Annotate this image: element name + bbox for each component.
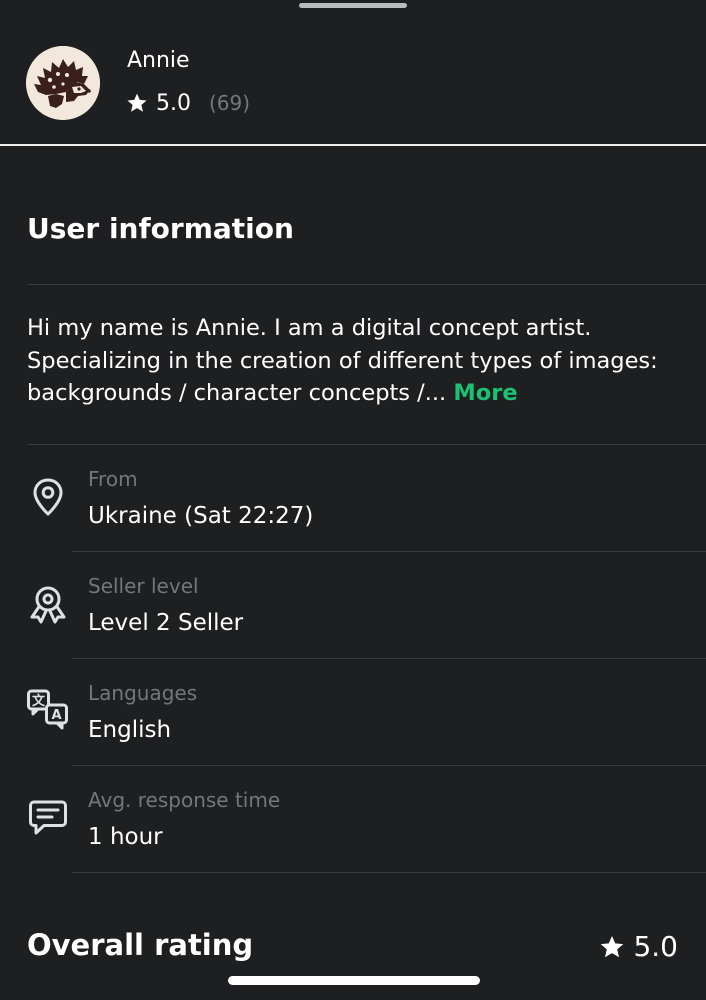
info-label: Seller level — [88, 574, 199, 598]
divider — [28, 284, 706, 285]
info-row-seller-level: Seller level Level 2 Seller — [0, 552, 706, 659]
chat-bubble-icon — [26, 796, 70, 840]
overall-rating-value: 5.0 — [633, 930, 678, 963]
seller-description: Hi my name is Annie. I am a digital conc… — [27, 312, 677, 410]
more-link[interactable]: More — [453, 380, 517, 406]
location-pin-icon — [26, 475, 70, 519]
info-label: Avg. response time — [88, 788, 281, 812]
seller-profile-sheet: Annie 5.0 (69) User information Hi my na… — [0, 0, 706, 1000]
home-indicator[interactable] — [228, 976, 480, 985]
description-text: Hi my name is Annie. I am a digital conc… — [27, 315, 658, 406]
avatar[interactable] — [26, 46, 100, 120]
translate-icon: 文 A — [26, 687, 70, 731]
review-count: (69) — [209, 91, 251, 115]
star-icon — [127, 93, 147, 112]
section-title-overall-rating: Overall rating — [27, 928, 254, 962]
info-value: English — [88, 717, 172, 743]
section-title-user-information: User information — [27, 212, 294, 245]
info-value: Level 2 Seller — [88, 610, 244, 636]
rating-value: 5.0 — [156, 90, 191, 116]
divider — [72, 872, 706, 873]
svg-text:A: A — [51, 708, 61, 723]
info-row-languages: 文 A Languages English — [0, 659, 706, 766]
info-row-response-time: Avg. response time 1 hour — [0, 766, 706, 873]
award-badge-icon — [26, 582, 70, 626]
info-value: 1 hour — [88, 824, 163, 850]
info-value: Ukraine (Sat 22:27) — [88, 503, 314, 529]
info-label: From — [88, 467, 138, 491]
info-row-from: From Ukraine (Sat 22:27) — [0, 445, 706, 552]
hedgehog-avatar-icon — [26, 46, 100, 120]
profile-header: Annie 5.0 (69) — [0, 0, 706, 146]
svg-text:文: 文 — [32, 693, 46, 709]
star-icon — [601, 935, 624, 957]
seller-rating: 5.0 (69) — [126, 89, 250, 117]
info-label: Languages — [88, 681, 198, 705]
seller-name[interactable]: Annie — [127, 48, 190, 73]
overall-rating: 5.0 — [599, 930, 678, 963]
